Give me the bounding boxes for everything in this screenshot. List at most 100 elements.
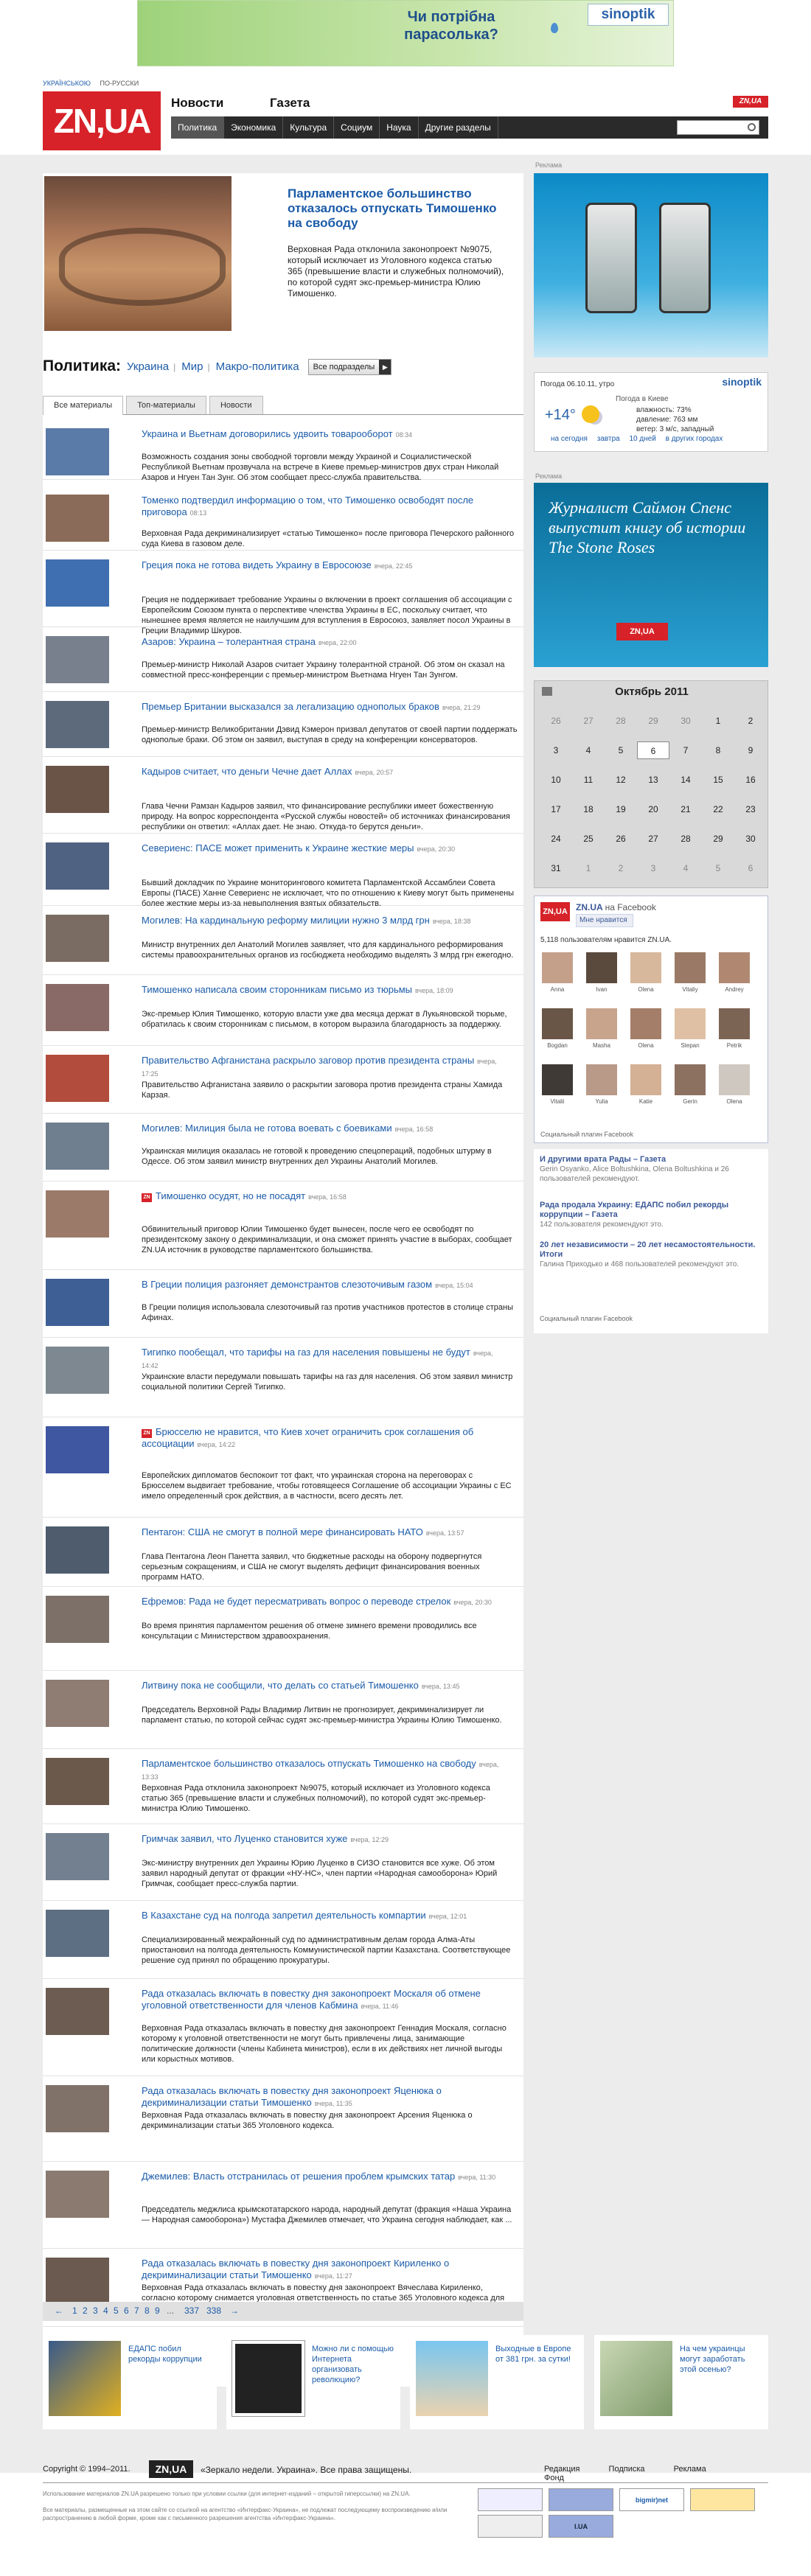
weather-link-10days[interactable]: 10 дней [629,435,655,443]
fb-feed-item[interactable]: И другими врата Рады – Газета Gerin Osyan… [540,1155,761,1184]
fb-fan-avatar[interactable] [586,1008,617,1039]
menu-other-sections[interactable]: Другие разделы [419,116,498,139]
calendar-day[interactable]: 4 [572,741,605,759]
fb-fan-name[interactable]: Petrik [716,1042,753,1049]
fb-fan-avatar[interactable] [542,952,573,983]
fb-fan-avatar[interactable] [630,1008,661,1039]
fb-fan-avatar[interactable] [675,1064,706,1095]
fb-feed-item[interactable]: 20 лет независимости – 20 лет несамостоя… [540,1240,761,1269]
footer-link-fund[interactable]: Фонд [544,2474,564,2482]
fb-fan-name[interactable]: Yulia [583,1098,620,1105]
tab-top-materials[interactable]: Топ-материалы [126,396,206,414]
calendar-day[interactable]: 26 [605,830,637,848]
bigmir-counter[interactable]: bigmir)net [619,2488,684,2511]
fb-fan-avatar[interactable] [630,952,661,983]
fb-page-logo[interactable]: ZN,UA [540,902,570,921]
fb-fan-name[interactable]: Anna [539,986,576,993]
news-thumbnail[interactable] [46,1758,109,1805]
news-title-link[interactable]: Украина и Вьетнам договорились удвоить т… [142,428,510,441]
fb-fan-name[interactable]: Vitalii [539,1098,576,1105]
news-thumbnail[interactable] [46,1123,109,1170]
footer-link-subscription[interactable]: Подписка [609,2465,645,2474]
pager-prev[interactable]: ← [55,2306,63,2316]
fb-fan-name[interactable]: Katie [627,1098,664,1105]
calendar-day[interactable]: 20 [637,800,669,818]
news-thumbnail[interactable] [46,636,109,683]
promo-item[interactable]: Выходные в Европе от 381 грн. за сутки! [410,2335,584,2429]
news-title-link[interactable]: Азаров: Украина – толерантная страна вчер… [142,636,510,649]
news-title-link[interactable]: Ефремов: Рада не будет пересматривать во… [142,1596,510,1608]
calendar-day[interactable]: 23 [734,800,767,818]
calendar-day[interactable]: 1 [572,859,605,877]
featured-title[interactable]: Парламентское большинство отказалось отп… [288,186,509,231]
calendar-day[interactable]: 5 [605,741,637,759]
news-thumbnail[interactable] [46,2171,109,2218]
news-title-link[interactable]: Греция пока не готова видеть Украину в Е… [142,559,510,572]
section-link-macro[interactable]: Макро-политика [216,357,299,377]
calendar-day[interactable]: 15 [702,771,734,789]
menu-culture[interactable]: Культура [283,116,335,139]
menu-economy[interactable]: Экономика [224,116,284,139]
calendar-day[interactable]: 6 [637,741,669,759]
fb-fan-avatar[interactable] [675,952,706,983]
pager-page-6[interactable]: 6 [124,2306,129,2316]
news-title-link[interactable]: Джемилев: Власть отстранилась от решения… [142,2171,510,2183]
news-thumbnail[interactable] [46,984,109,1031]
pager-page-1[interactable]: 1 [72,2306,77,2316]
search-icon[interactable] [748,123,756,131]
news-title-link[interactable]: Кадыров считает, что деньги Чечне дает А… [142,766,510,778]
weather-link-other-cities[interactable]: в других городах [666,435,723,443]
news-title-link[interactable]: Севериенс: ПАСЕ может применить к Украин… [142,842,510,855]
calendar-day[interactable]: 28 [605,712,637,730]
news-title-link[interactable]: Литвину пока не сообщили, что делать со … [142,1680,510,1692]
promo-item[interactable]: На чем украинцы могут заработать этой ос… [594,2335,768,2429]
news-thumbnail[interactable] [46,1055,109,1102]
sinoptik-logo[interactable]: sinoptik [722,376,762,388]
fb-fan-name[interactable]: Olena [627,986,664,993]
calendar-day[interactable]: 13 [637,771,669,789]
calendar-day[interactable]: 24 [540,830,572,848]
news-title-link[interactable]: Гримчак заявил, что Луценко становится х… [142,1833,510,1846]
calendar-day[interactable]: 16 [734,771,767,789]
news-title-link[interactable]: Тигипко пообещал, что тарифы на газ для … [142,1347,510,1372]
news-thumbnail[interactable] [46,1347,109,1394]
calendar-day[interactable]: 25 [572,830,605,848]
calendar-day[interactable]: 11 [572,771,605,789]
tab-newspaper[interactable]: Газета [270,96,310,110]
calendar-day[interactable]: 21 [669,800,702,818]
pager-page-4[interactable]: 4 [103,2306,108,2316]
news-title-link[interactable]: Парламентское большинство отказалось отп… [142,1758,510,1783]
calendar-day[interactable]: 8 [702,741,734,759]
news-thumbnail[interactable] [46,1988,109,2035]
news-title-link[interactable]: Могилев: Милиция была не готова воевать … [142,1123,510,1135]
fb-feed-item[interactable]: Рада продала Украину: ЕДАПС побил рекорд… [540,1201,761,1229]
fb-page-name[interactable]: ZN.UA на Facebook [576,902,656,912]
search-input[interactable] [677,120,759,135]
tab-all-materials[interactable]: Все материалы [43,396,124,415]
lang-rus-link[interactable]: ПО-РУССКИ [100,80,139,87]
calendar-day[interactable]: 18 [572,800,605,818]
news-title-link[interactable]: Томенко подтвердил информацию о том, что… [142,495,510,519]
tab-news[interactable]: Новости [171,96,223,110]
news-title-link[interactable]: Правительство Афганистана раскрыло загов… [142,1055,510,1080]
calendar-day[interactable]: 6 [734,859,767,877]
news-thumbnail[interactable] [46,495,109,542]
pager-page-5[interactable]: 5 [114,2306,119,2316]
calendar-day[interactable]: 30 [669,712,702,730]
all-subsections-dropdown[interactable]: Все подразделы ▶ [307,359,392,375]
top-ad-banner[interactable]: Чи потрібна парасолька? sinoptik [137,0,674,66]
menu-society[interactable]: Социум [334,116,380,139]
calendar-day[interactable]: 3 [540,741,572,759]
pager-page-3[interactable]: 3 [93,2306,98,2316]
fb-fan-name[interactable]: Bogdan [539,1042,576,1049]
fb-fan-avatar[interactable] [675,1008,706,1039]
fb-fan-name[interactable]: Olena [627,1042,664,1049]
news-title-link[interactable]: Рада отказалась включать в повестку дня … [142,2258,510,2282]
news-title-link[interactable]: Могилев: На кардинальную реформу милиции… [142,915,510,927]
news-title-link[interactable]: В Казахстане суд на полгода запретил дея… [142,1910,510,1922]
news-title-link[interactable]: В Греции полиция разгоняет демонстрантов… [142,1279,510,1291]
calendar-day[interactable]: 2 [734,712,767,730]
news-thumbnail[interactable] [46,842,109,890]
calendar-day[interactable]: 22 [702,800,734,818]
calendar-day[interactable]: 29 [702,830,734,848]
